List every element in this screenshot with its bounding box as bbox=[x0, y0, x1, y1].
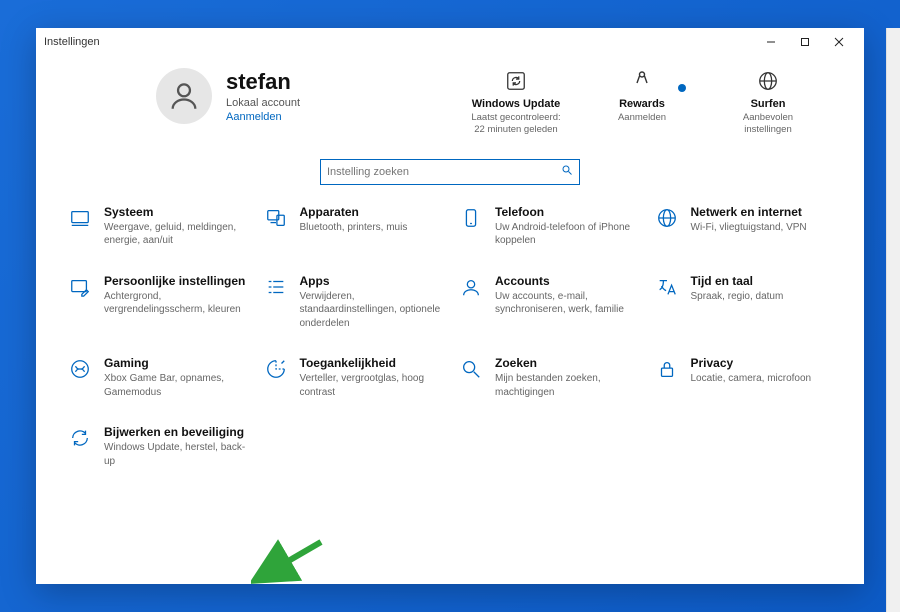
sync-icon bbox=[470, 68, 562, 94]
avatar bbox=[156, 68, 212, 124]
gaming-icon bbox=[66, 356, 94, 399]
search-input[interactable] bbox=[327, 166, 561, 178]
close-button[interactable] bbox=[822, 28, 856, 56]
rewards-icon bbox=[596, 68, 688, 94]
category-accounts[interactable]: AccountsUw accounts, e-mail, synchronise… bbox=[457, 274, 639, 331]
category-search[interactable]: ZoekenMijn bestanden zoeken, machtiginge… bbox=[457, 356, 639, 399]
signin-link[interactable]: Aanmelden bbox=[226, 111, 300, 123]
update-icon bbox=[66, 425, 94, 468]
category-privacy[interactable]: PrivacyLocatie, camera, microfoon bbox=[653, 356, 835, 399]
annotation-arrow bbox=[251, 538, 331, 584]
titlebar: Instellingen bbox=[36, 28, 864, 56]
account-icon bbox=[457, 274, 485, 331]
rewards-card[interactable]: Rewards Aanmelden bbox=[596, 68, 688, 137]
devices-icon bbox=[262, 205, 290, 248]
content-area: stefan Lokaal account Aanmelden Windows … bbox=[36, 56, 864, 584]
account-type: Lokaal account bbox=[226, 97, 300, 109]
category-devices[interactable]: ApparatenBluetooth, printers, muis bbox=[262, 205, 444, 248]
category-update-security[interactable]: Bijwerken en beveiligingWindows Update, … bbox=[66, 425, 248, 468]
windows-update-card[interactable]: Windows Update Laatst gecontroleerd: 22 … bbox=[470, 68, 562, 137]
minimize-button[interactable] bbox=[754, 28, 788, 56]
accessibility-icon bbox=[262, 356, 290, 399]
maximize-button[interactable] bbox=[788, 28, 822, 56]
category-apps[interactable]: AppsVerwijderen, standaardinstellingen, … bbox=[262, 274, 444, 331]
header-row: stefan Lokaal account Aanmelden Windows … bbox=[56, 62, 844, 145]
lock-icon bbox=[653, 356, 681, 399]
categories-grid: SysteemWeergave, geluid, meldingen, ener… bbox=[56, 205, 844, 479]
category-personalization[interactable]: Persoonlijke instellingenAchtergrond, ve… bbox=[66, 274, 248, 331]
user-icon bbox=[167, 79, 201, 113]
user-name: stefan bbox=[226, 69, 300, 95]
search-icon bbox=[561, 164, 573, 179]
category-network[interactable]: Netwerk en internetWi-Fi, vliegtuigstand… bbox=[653, 205, 835, 248]
user-block[interactable]: stefan Lokaal account Aanmelden bbox=[156, 68, 470, 124]
scrollbar[interactable] bbox=[886, 28, 900, 612]
globe-icon bbox=[653, 205, 681, 248]
category-phone[interactable]: TelefoonUw Android-telefoon of iPhone ko… bbox=[457, 205, 639, 248]
settings-window: Instellingen stefan Lokaa bbox=[36, 28, 864, 584]
system-icon bbox=[66, 205, 94, 248]
category-gaming[interactable]: GamingXbox Game Bar, opnames, Gamemodus bbox=[66, 356, 248, 399]
category-system[interactable]: SysteemWeergave, geluid, meldingen, ener… bbox=[66, 205, 248, 248]
brush-icon bbox=[66, 274, 94, 331]
apps-icon bbox=[262, 274, 290, 331]
category-time-language[interactable]: Tijd en taalSpraak, regio, datum bbox=[653, 274, 835, 331]
globe-icon bbox=[722, 68, 814, 94]
phone-icon bbox=[457, 205, 485, 248]
search-box[interactable] bbox=[320, 159, 580, 185]
search-icon bbox=[457, 356, 485, 399]
window-title: Instellingen bbox=[44, 36, 100, 48]
browse-card[interactable]: Surfen Aanbevolen instellingen bbox=[722, 68, 814, 137]
category-accessibility[interactable]: ToegankelijkheidVerteller, vergrootglas,… bbox=[262, 356, 444, 399]
language-icon bbox=[653, 274, 681, 331]
